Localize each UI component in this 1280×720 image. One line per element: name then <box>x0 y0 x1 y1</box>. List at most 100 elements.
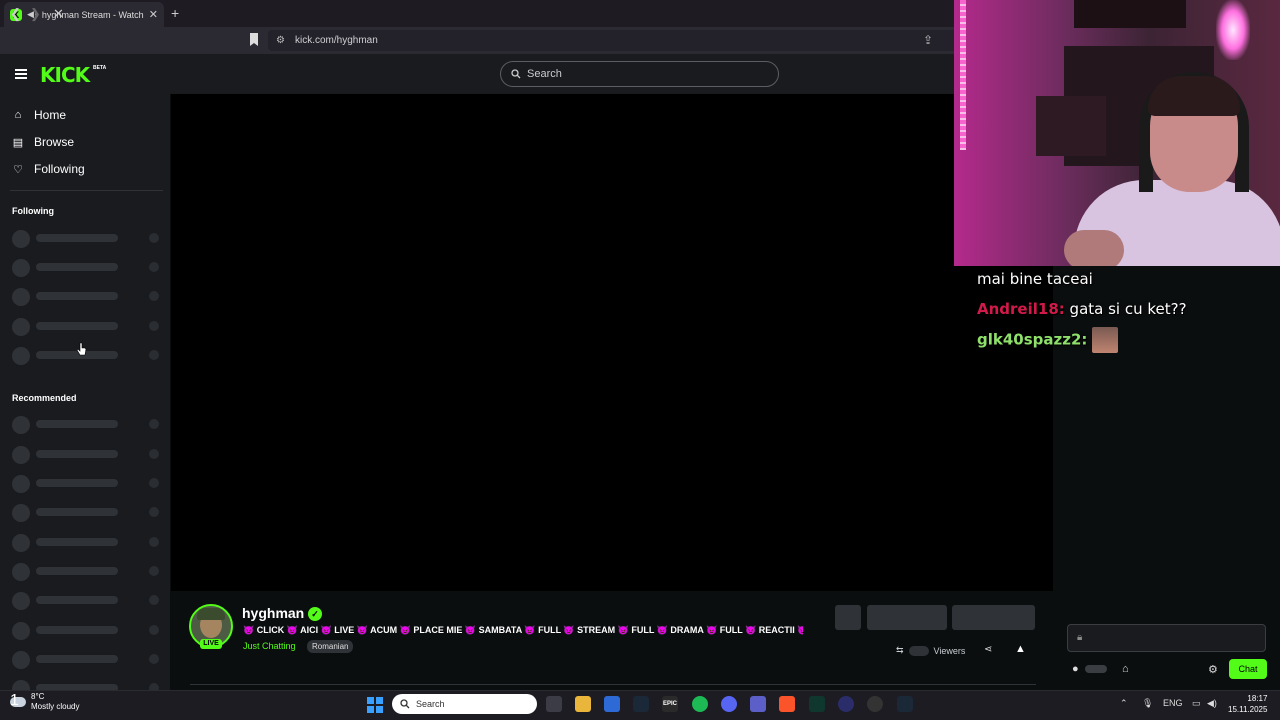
home-icon: ⌂ <box>14 109 22 121</box>
category-link[interactable]: Just Chatting <box>243 641 296 651</box>
chat-points-placeholder <box>1085 665 1107 673</box>
url-text: kick.com/hyghman <box>294 35 378 46</box>
recommended-skeleton-item <box>12 504 160 522</box>
following-skeleton-item <box>12 230 160 248</box>
overlay-chat-user: glk40spazz2: <box>977 330 1088 349</box>
address-bar[interactable]: ⚙ kick.com/hyghman <box>268 30 958 51</box>
temperature: 8°C <box>31 692 45 701</box>
recommended-skeleton-item <box>12 680 160 690</box>
audio-app-icon[interactable] <box>838 696 854 712</box>
notification-badge: 1 <box>10 692 19 709</box>
browser-tab[interactable]: K ◀) hyghman Stream - Watch Liv ✕ <box>4 2 164 27</box>
weather-widget[interactable]: 8°C Mostly cloudy <box>10 692 79 712</box>
site-settings-icon[interactable]: ⚙ <box>276 35 285 46</box>
search-icon <box>511 69 521 79</box>
live-badge: LIVE <box>200 639 222 649</box>
overlay-chat-message: gata si cu ket?? <box>1069 300 1187 318</box>
sidebar-item-browse[interactable]: ▤ Browse <box>12 135 74 149</box>
channel-name[interactable]: hyghman <box>242 605 304 621</box>
sidebar-item-following[interactable]: ♡ Following <box>12 162 85 176</box>
overlay-chat-line: mai bine taceai <box>977 270 1093 288</box>
brave-browser-icon[interactable] <box>779 696 795 712</box>
following-skeleton-item <box>12 318 160 336</box>
close-tab-icon[interactable]: ✕ <box>149 8 158 21</box>
webcam-overlay <box>954 0 1280 266</box>
heart-icon: ♡ <box>13 163 23 176</box>
sidebar-item-label: Following <box>34 162 85 176</box>
chat-send-button[interactable]: Chat <box>1229 659 1267 679</box>
viewers-label: Viewers <box>933 645 966 656</box>
store-icon[interactable]: ⌂ <box>1122 663 1129 675</box>
spotify-icon[interactable] <box>692 696 708 712</box>
microphone-icon[interactable]: 🎙︎ <box>1142 698 1153 709</box>
following-skeleton-item <box>12 259 160 277</box>
task-view-icon[interactable] <box>546 696 562 712</box>
volume-icon[interactable]: ◀) <box>1207 698 1217 709</box>
stream-title: 👿 CLICK 👿 AICI 👿 LIVE 👿 ACUM 👿 PLACE MIE… <box>243 625 803 635</box>
new-tab-button[interactable]: + <box>171 5 179 21</box>
network-icon[interactable]: ▭ <box>1192 698 1201 709</box>
share-page-icon[interactable]: ⇪ <box>923 33 933 47</box>
epic-games-icon[interactable]: EPIC <box>662 696 678 712</box>
site-search-input[interactable]: Search <box>500 61 779 87</box>
terminal-icon[interactable] <box>809 696 825 712</box>
weather-condition: Mostly cloudy <box>31 702 80 711</box>
sidebar-item-home[interactable]: ⌂ Home <box>12 108 66 122</box>
overlay-chat-line: Andreil18: gata si cu ket?? <box>977 300 1187 318</box>
windows-start-icon[interactable] <box>367 697 383 713</box>
share-icon[interactable]: ⋖ <box>984 644 992 655</box>
bookmark-icon[interactable] <box>249 33 259 46</box>
video-player[interactable] <box>171 94 1053 591</box>
stop-loading-icon[interactable]: ✕ <box>53 6 64 22</box>
report-icon[interactable]: ▲ <box>1015 643 1026 655</box>
taskbar-search-placeholder: Search <box>416 699 445 709</box>
steam-running-icon[interactable] <box>897 696 913 712</box>
sidebar-item-label: Home <box>34 108 67 122</box>
microsoft-store-icon[interactable] <box>604 696 620 712</box>
recommended-skeleton-item <box>12 622 160 640</box>
steam-icon[interactable] <box>633 696 649 712</box>
clock-time: 18:17 <box>1247 694 1268 703</box>
action-button-placeholder <box>867 605 947 630</box>
chrome-icon[interactable] <box>867 696 883 712</box>
following-skeleton-item <box>12 288 160 306</box>
recommended-skeleton-item <box>12 563 160 581</box>
viewers-icon: ⇆ <box>896 645 904 655</box>
chat-input[interactable]: 🔒︎ <box>1067 624 1266 652</box>
overlay-chat-line: glk40spazz2: <box>977 327 1119 353</box>
back-icon[interactable]: ❮ <box>10 6 21 22</box>
recommended-skeleton-item <box>12 475 160 493</box>
input-language[interactable]: ENG <box>1163 698 1183 708</box>
action-button-placeholder <box>952 605 1035 630</box>
recommended-skeleton-item <box>12 651 160 669</box>
recommended-skeleton-item <box>12 592 160 610</box>
overlay-chat-message: mai bine taceai <box>977 270 1093 288</box>
recommended-skeleton-item <box>12 534 160 552</box>
lock-icon: 🔒︎ <box>1077 632 1083 643</box>
kick-logo[interactable]: KICK <box>40 63 90 87</box>
browse-icon: ▤ <box>12 136 24 149</box>
chat-emote-icon <box>1092 327 1119 353</box>
search-icon <box>400 699 410 709</box>
viewers-count-placeholder <box>908 645 929 656</box>
sidebar-item-label: Browse <box>34 135 75 149</box>
recommended-section-title: Recommended <box>12 393 77 403</box>
sidebar-divider <box>10 190 163 191</box>
show-hidden-icons-icon[interactable]: ⌃ <box>1120 698 1128 709</box>
teams-icon[interactable] <box>750 696 766 712</box>
discord-icon[interactable] <box>721 696 737 712</box>
clock-date: 15.11.2025 <box>1228 705 1268 714</box>
beta-label: BETA <box>93 65 107 71</box>
language-tag[interactable]: Romanian <box>307 640 354 653</box>
forward-icon[interactable]: ❯ <box>30 6 41 22</box>
mouse-cursor-icon <box>77 342 87 356</box>
menu-icon[interactable] <box>15 69 27 81</box>
overlay-chat-user: Andreil18: <box>977 300 1065 318</box>
taskbar-search[interactable]: Search <box>392 694 537 714</box>
verified-icon: ✓ <box>308 607 322 621</box>
system-clock[interactable]: 18:17 15.11.2025 <box>1228 693 1267 715</box>
recommended-skeleton-item <box>12 446 160 464</box>
chat-settings-icon[interactable]: ⚙ <box>1208 663 1218 676</box>
user-badges-icon[interactable]: ● <box>1072 663 1079 675</box>
file-explorer-icon[interactable] <box>575 696 591 712</box>
